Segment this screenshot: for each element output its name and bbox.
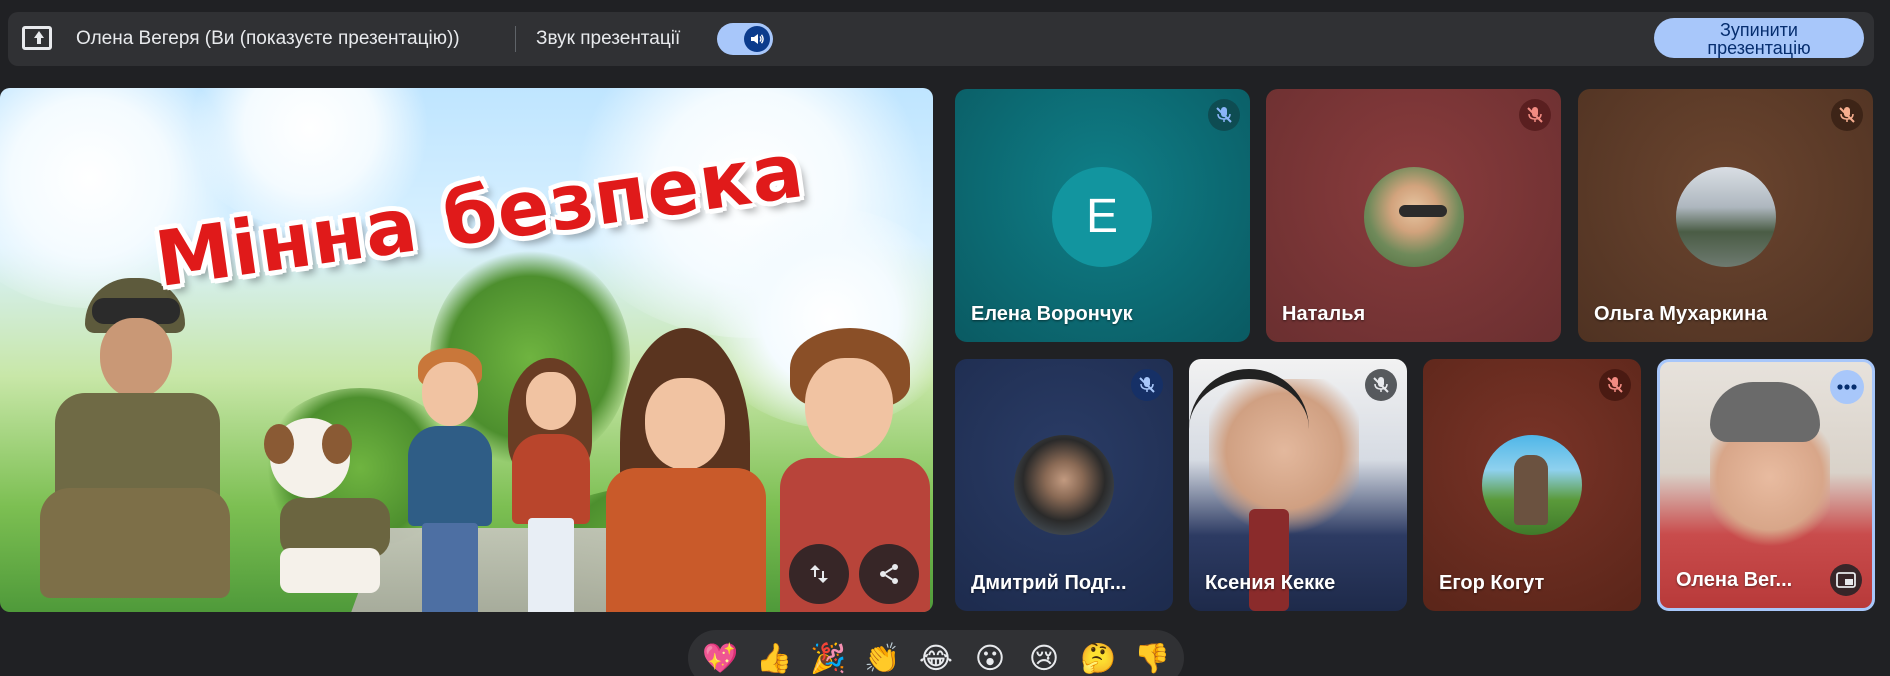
more-horizontal-icon <box>1837 384 1857 390</box>
pip-button[interactable] <box>1830 564 1862 596</box>
mic-off-indicator <box>1208 99 1240 131</box>
bottle <box>1249 509 1289 611</box>
presenter-name: Олена Вегеря (Ви (показуєте презентацію)… <box>76 28 460 49</box>
soldier-figure <box>30 268 240 608</box>
reaction-party[interactable]: 🎉 <box>808 638 848 676</box>
mic-off-indicator <box>1519 99 1551 131</box>
participant-tile[interactable]: Дмитрий Подг... <box>955 359 1173 611</box>
mic-off-icon <box>1216 107 1232 123</box>
reaction-sad[interactable]: 😢 <box>1024 638 1064 676</box>
presentation-slide: Мінна безпека <box>0 88 933 612</box>
headphones <box>1189 369 1309 429</box>
reaction-thumbs-down[interactable]: 👎 <box>1132 638 1172 676</box>
presentation-bar: Олена Вегеря (Ви (показуєте презентацію)… <box>8 12 1874 66</box>
self-video-tile[interactable]: Олена Вег... <box>1657 359 1875 611</box>
avatar <box>1014 435 1114 535</box>
swap-layout-button[interactable] <box>789 544 849 604</box>
hair <box>1710 382 1820 442</box>
picture-in-picture-icon <box>1836 572 1856 588</box>
divider <box>515 26 516 52</box>
swap-vertical-icon <box>810 565 828 583</box>
mic-off-indicator <box>1131 369 1163 401</box>
participant-name: Елена Ворончук <box>971 303 1133 325</box>
avatar <box>1364 167 1464 267</box>
mic-off-icon <box>1839 107 1855 123</box>
mic-off-indicator <box>1365 369 1397 401</box>
participant-tile[interactable]: Егор Когут <box>1423 359 1641 611</box>
participant-tile[interactable]: Ольга Мухаркина <box>1578 89 1873 342</box>
presentation-sound-toggle[interactable] <box>717 23 773 55</box>
share-button[interactable] <box>859 544 919 604</box>
avatar <box>1676 167 1776 267</box>
reaction-thinking[interactable]: 🤔 <box>1078 638 1118 676</box>
reaction-laugh[interactable]: 😂 <box>916 638 956 676</box>
avatar <box>1482 435 1582 535</box>
avatar: E <box>1052 167 1152 267</box>
toggle-knob <box>744 26 770 52</box>
participant-name: Олена Вег... <box>1676 569 1793 591</box>
reaction-thumbs-up[interactable]: 👍 <box>754 638 794 676</box>
participant-name: Наталья <box>1282 303 1366 325</box>
participant-name: Ольга Мухаркина <box>1594 303 1768 325</box>
reaction-surprised[interactable]: 😮 <box>970 638 1010 676</box>
participant-tile[interactable]: Наталья <box>1266 89 1561 342</box>
stop-presenting-button[interactable]: Зупинити презентацію <box>1654 18 1864 58</box>
dog-figure <box>250 418 410 598</box>
participant-tile[interactable]: E Елена Ворончук <box>955 89 1250 342</box>
presentation-sound-label: Звук презентації <box>536 28 681 49</box>
mic-off-icon <box>1139 377 1155 393</box>
participant-video-tile[interactable]: Ксения Кекке <box>1189 359 1407 611</box>
more-options-button[interactable] <box>1830 370 1864 404</box>
girl-figure <box>500 358 600 612</box>
mic-off-icon <box>1527 107 1543 123</box>
participant-name: Егор Когут <box>1439 572 1545 594</box>
present-screen-icon <box>22 26 52 50</box>
reaction-heart[interactable]: 💖 <box>700 638 740 676</box>
participant-name: Ксения Кекке <box>1205 572 1336 594</box>
participant-name: Дмитрий Подг... <box>971 572 1127 594</box>
reaction-clap[interactable]: 👏 <box>862 638 902 676</box>
mic-off-indicator <box>1831 99 1863 131</box>
boy-figure <box>400 348 500 612</box>
volume-icon <box>751 34 764 44</box>
mic-off-icon <box>1607 377 1623 393</box>
mic-off-indicator <box>1599 369 1631 401</box>
share-icon <box>880 564 898 584</box>
mic-off-icon <box>1373 377 1389 393</box>
teen-girl-figure <box>600 328 770 612</box>
reaction-bar: 💖 👍 🎉 👏 😂 😮 😢 🤔 👎 <box>688 630 1184 676</box>
